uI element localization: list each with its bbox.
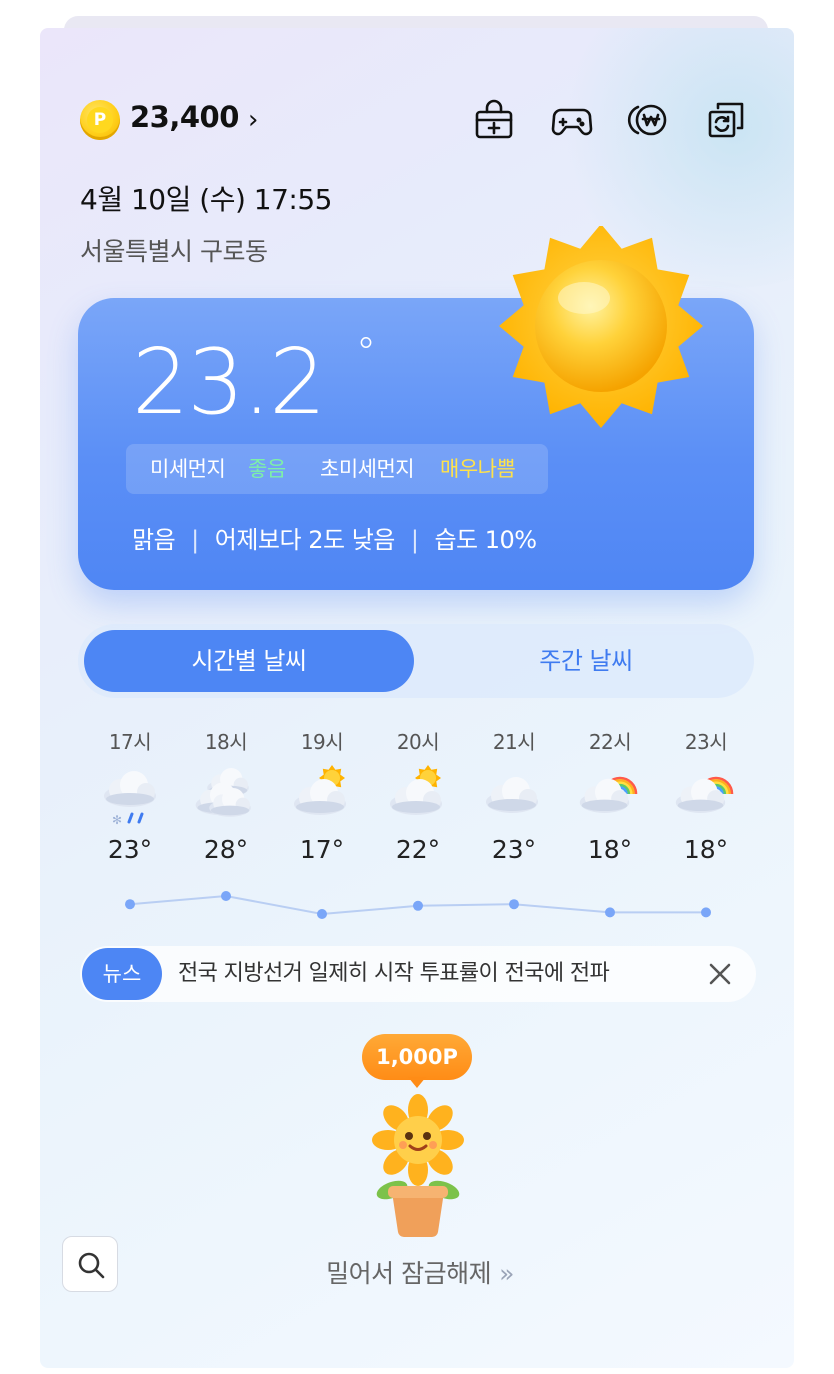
divider: | [410, 526, 419, 554]
svg-text:✻: ✻ [112, 813, 122, 827]
temperature-point [221, 891, 231, 901]
tab-hourly-weather[interactable]: 시간별 날씨 [84, 630, 414, 692]
news-badge: 뉴스 [82, 948, 162, 1000]
news-headline[interactable]: 전국 지방선거 일제히 시작 투표률이 전국에 전파 [178, 946, 610, 1002]
hourly-item: 19시 17° [274, 728, 370, 866]
close-icon[interactable] [706, 960, 734, 988]
bubble-tail [408, 1077, 426, 1088]
cloud-icon [466, 764, 562, 828]
temperature-point [413, 900, 423, 911]
rainbow-cloud-icon [658, 764, 754, 828]
hour-temperature: 23° [107, 835, 153, 864]
fine-dust-value: 좋음 [248, 457, 286, 481]
hour-temperature: 18° [587, 835, 633, 864]
won-coins-icon[interactable] [624, 98, 668, 142]
hourly-item: 22시 18° [562, 728, 658, 866]
hour-time: 19시 [300, 730, 344, 754]
condition: 맑음 [132, 526, 176, 554]
hour-temperature: 28° [203, 835, 249, 864]
hourly-item: 20시 22° [370, 728, 466, 866]
temperature-graph [125, 891, 711, 919]
lock-screen: P 23,400 › 4월 10일 (수) 17:55 서울특별시 구로동 23… [40, 28, 794, 1368]
double-chevron-right-icon: » [499, 1259, 514, 1288]
hourly-item: 21시 23° [466, 728, 562, 866]
coin-symbol: P [87, 107, 113, 133]
forecast-tabs: 시간별 날씨 주간 날씨 [78, 624, 754, 698]
date-time: 4월 10일 (수) 17:55 [80, 183, 332, 216]
search-icon [78, 1252, 105, 1279]
partly-sunny-icon [370, 764, 466, 828]
temperature-point [605, 907, 615, 918]
temperature-point [125, 899, 135, 910]
hourly-item: 17시 ✻ 23° [82, 728, 178, 866]
news-ticker[interactable]: 뉴스 전국 지방선거 일제히 시작 투표률이 전국에 전파 [80, 946, 756, 1002]
temperature-compare: 어제보다 2도 낮음 [214, 526, 396, 554]
cloudy-icon [178, 764, 274, 828]
tab-weekly-weather[interactable]: 주간 날씨 [424, 630, 748, 692]
air-quality-box: 미세먼지 좋음 초미세먼지 매우나쁨 [126, 444, 548, 494]
hourly-item: 23시 18° [658, 728, 754, 866]
game-controller-icon[interactable] [550, 98, 594, 142]
hour-temperature: 18° [683, 835, 729, 864]
humidity: 습도 10% [434, 526, 537, 554]
chevron-right-icon[interactable]: › [248, 100, 258, 140]
sunflower-pot-icon[interactable] [358, 1090, 478, 1240]
reward-points-bubble: 1,000P [362, 1034, 472, 1080]
degree-symbol: ° [356, 330, 376, 376]
point-coin-icon[interactable]: P [80, 100, 120, 140]
search-button[interactable] [62, 1236, 118, 1292]
shop-bag-icon[interactable] [472, 98, 516, 142]
location: 서울특별시 구로동 [80, 237, 268, 266]
hour-time: 21시 [492, 730, 536, 754]
exchange-icon[interactable] [704, 98, 748, 142]
hour-time: 22시 [588, 730, 632, 754]
hour-time: 18시 [204, 730, 248, 754]
hourly-item: 18시 28° [178, 728, 274, 866]
rainbow-cloud-icon [562, 764, 658, 828]
hour-time: 23시 [684, 730, 728, 754]
temperature-point [509, 899, 519, 910]
snow-rain-cloud-icon: ✻ [82, 764, 178, 828]
points-balance[interactable]: 23,400 [130, 100, 239, 140]
sun-icon [496, 224, 706, 436]
hour-temperature: 17° [299, 835, 345, 864]
ultrafine-dust-value: 매우나쁨 [440, 457, 516, 481]
condition-row: 맑음 | 어제보다 2도 낮음 | 습도 10% [132, 520, 537, 560]
divider: | [191, 526, 199, 554]
unlock-label: 밀어서 잠금해제 [326, 1259, 492, 1288]
hour-temperature: 22° [395, 835, 441, 864]
current-temperature: 23.2 [132, 330, 326, 435]
hour-temperature: 23° [491, 835, 537, 864]
temperature-point [317, 909, 327, 919]
fine-dust-label: 미세먼지 [150, 457, 226, 481]
ultrafine-dust-label: 초미세먼지 [320, 457, 415, 481]
slide-to-unlock[interactable]: 밀어서 잠금해제» [270, 1254, 570, 1294]
hour-time: 20시 [396, 730, 440, 754]
partly-sunny-icon [274, 764, 370, 828]
hour-time: 17시 [108, 730, 152, 754]
temperature-point [701, 907, 711, 918]
